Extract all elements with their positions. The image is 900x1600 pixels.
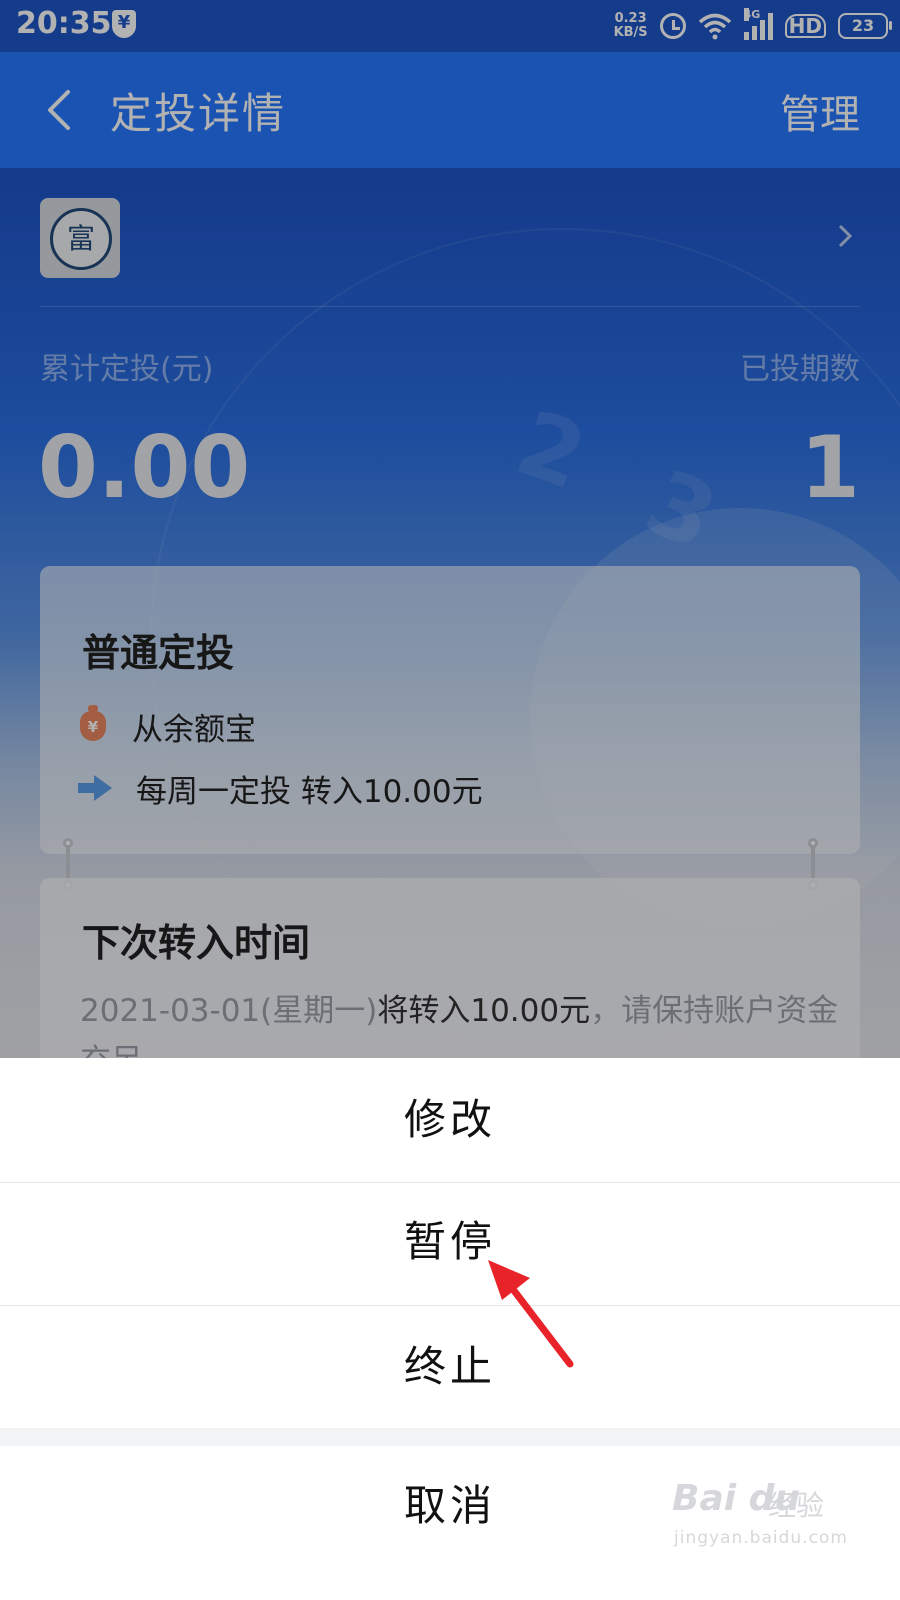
baidu-jingyan-watermark: Bai du 经验 jingyan.baidu.com — [672, 1478, 872, 1568]
annotation-arrow-icon — [488, 1260, 574, 1368]
pause-button[interactable]: 暂停 — [0, 1183, 900, 1306]
terminate-button[interactable]: 终止 — [0, 1306, 900, 1428]
edit-button[interactable]: 修改 — [0, 1058, 900, 1183]
watermark-text: 经验 — [768, 1489, 825, 1522]
watermark-url: jingyan.baidu.com — [674, 1528, 848, 1548]
